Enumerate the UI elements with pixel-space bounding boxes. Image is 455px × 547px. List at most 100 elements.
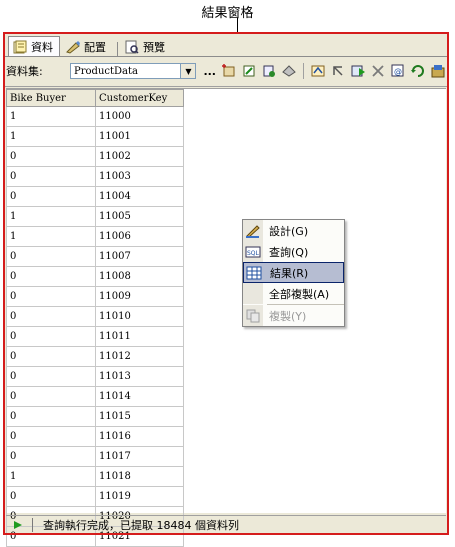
cell-bike-buyer[interactable]: 1 (6, 206, 96, 227)
cell-bike-buyer[interactable]: 0 (6, 166, 96, 187)
cell-bike-buyer[interactable]: 0 (6, 146, 96, 167)
dataset-more-button[interactable]: ... (203, 65, 216, 78)
command-type-icon[interactable]: @ (390, 63, 406, 79)
grid-header-row: Bike Buyer CustomerKey (6, 89, 184, 107)
delete-dataset-icon[interactable] (281, 63, 297, 79)
cell-bike-buyer[interactable]: 0 (6, 486, 96, 507)
table-row[interactable]: 0 11003 (6, 166, 184, 187)
table-row[interactable]: 0 11004 (6, 186, 184, 207)
cell-customer-key[interactable]: 11018 (95, 466, 184, 487)
menu-item-copy-all[interactable]: 全部複製(A) (243, 283, 344, 304)
results-grid: Bike Buyer CustomerKey 1 11000 1 11001 0 1100… (6, 89, 184, 547)
cell-bike-buyer[interactable]: 1 (6, 126, 96, 147)
tab-layout-label: 配置 (84, 41, 106, 54)
cell-customer-key[interactable]: 11014 (95, 386, 184, 407)
cell-bike-buyer[interactable]: 0 (6, 286, 96, 307)
status-separator (32, 518, 33, 532)
run-status-icon (12, 517, 24, 533)
tab-data[interactable]: 資料 (8, 36, 60, 56)
cell-bike-buyer[interactable]: 0 (6, 386, 96, 407)
menu-item-design[interactable]: 設計(G) (243, 220, 344, 241)
cell-customer-key[interactable]: 11006 (95, 226, 184, 247)
table-row[interactable]: 0 11017 (6, 446, 184, 467)
cell-customer-key[interactable]: 11004 (95, 186, 184, 207)
cell-bike-buyer[interactable]: 0 (6, 186, 96, 207)
cell-customer-key[interactable]: 11016 (95, 426, 184, 447)
cell-customer-key[interactable]: 11002 (95, 146, 184, 167)
tab-layout[interactable]: 配置 (62, 38, 112, 56)
cell-customer-key[interactable]: 11005 (95, 206, 184, 227)
cell-bike-buyer[interactable]: 0 (6, 366, 96, 387)
cell-bike-buyer[interactable]: 0 (6, 446, 96, 467)
table-row[interactable]: 0 11016 (6, 426, 184, 447)
dataset-dropdown[interactable]: ProductData ▼ (70, 63, 197, 79)
chevron-down-icon[interactable]: ▼ (180, 64, 196, 78)
table-row[interactable]: 1 11001 (6, 126, 184, 147)
cell-customer-key[interactable]: 11008 (95, 266, 184, 287)
cell-customer-key[interactable]: 11001 (95, 126, 184, 147)
cell-bike-buyer[interactable]: 1 (6, 466, 96, 487)
table-row[interactable]: 0 11008 (6, 266, 184, 287)
run-icon[interactable] (350, 63, 366, 79)
table-row[interactable]: 0 11011 (6, 326, 184, 347)
tab-underline (4, 56, 448, 57)
cell-customer-key[interactable]: 11012 (95, 346, 184, 367)
cell-customer-key[interactable]: 11015 (95, 406, 184, 427)
cell-bike-buyer[interactable]: 1 (6, 226, 96, 247)
design-icon (243, 220, 263, 241)
results-pane[interactable]: Bike Buyer CustomerKey 1 11000 1 11001 0 1100… (6, 88, 446, 547)
sql-icon: SQL (243, 241, 263, 262)
table-row[interactable]: 1 11005 (6, 206, 184, 227)
query-designer-icon[interactable] (430, 63, 446, 79)
generic-query-icon[interactable] (310, 63, 326, 79)
menu-item-query-label: 查詢(Q) (269, 245, 309, 259)
cell-customer-key[interactable]: 11003 (95, 166, 184, 187)
table-row[interactable]: 1 11000 (6, 106, 184, 127)
cell-bike-buyer[interactable]: 0 (6, 406, 96, 427)
refresh-fields-icon[interactable] (261, 63, 277, 79)
toolbar-icons: ... @ (200, 63, 448, 79)
table-row[interactable]: 0 11002 (6, 146, 184, 167)
cancel-icon[interactable] (370, 63, 386, 79)
menu-item-results[interactable]: 結果(R) (243, 262, 344, 283)
table-row[interactable]: 0 11019 (6, 486, 184, 507)
cell-customer-key[interactable]: 11000 (95, 106, 184, 127)
refresh-icon[interactable] (410, 63, 426, 79)
cell-bike-buyer[interactable]: 0 (6, 326, 96, 347)
table-row[interactable]: 0 11009 (6, 286, 184, 307)
cell-customer-key[interactable]: 11007 (95, 246, 184, 267)
new-dataset-icon[interactable] (221, 63, 237, 79)
table-row[interactable]: 0 11015 (6, 406, 184, 427)
cell-bike-buyer[interactable]: 0 (6, 246, 96, 267)
menu-item-copy-all-label: 全部複製(A) (269, 287, 330, 301)
back-icon[interactable] (330, 63, 346, 79)
query-designer-window: 資料 配置 預覽 資料集: ProductData ▼ ... @ Bike B… (3, 32, 449, 547)
cell-bike-buyer[interactable]: 0 (6, 306, 96, 327)
column-header-bike-buyer[interactable]: Bike Buyer (6, 89, 96, 107)
cell-bike-buyer[interactable]: 0 (6, 346, 96, 367)
toolbar-divider (4, 86, 448, 87)
status-message: 查詢執行完成，已提取 18484 個資料列 (43, 519, 239, 532)
cell-bike-buyer[interactable]: 0 (6, 426, 96, 447)
cell-customer-key[interactable]: 11011 (95, 326, 184, 347)
cell-customer-key[interactable]: 11019 (95, 486, 184, 507)
tab-preview[interactable]: 預覽 (121, 38, 171, 56)
table-row[interactable]: 0 11012 (6, 346, 184, 367)
cell-customer-key[interactable]: 11010 (95, 306, 184, 327)
cell-customer-key[interactable]: 11013 (95, 366, 184, 387)
table-row[interactable]: 0 11013 (6, 366, 184, 387)
column-header-customer-key[interactable]: CustomerKey (95, 89, 184, 107)
table-row[interactable]: 0 11010 (6, 306, 184, 327)
cell-bike-buyer[interactable]: 0 (6, 266, 96, 287)
table-row[interactable]: 0 11007 (6, 246, 184, 267)
dataset-value: ProductData (74, 65, 138, 77)
edit-icon[interactable] (241, 63, 257, 79)
table-row[interactable]: 0 11014 (6, 386, 184, 407)
cell-customer-key[interactable]: 11017 (95, 446, 184, 467)
cell-bike-buyer[interactable]: 1 (6, 106, 96, 127)
menu-item-query[interactable]: SQL 查詢(Q) (243, 241, 344, 262)
cell-customer-key[interactable]: 11009 (95, 286, 184, 307)
table-row[interactable]: 1 11006 (6, 226, 184, 247)
status-bar: 查詢執行完成，已提取 18484 個資料列 (6, 515, 446, 534)
table-row[interactable]: 1 11018 (6, 466, 184, 487)
